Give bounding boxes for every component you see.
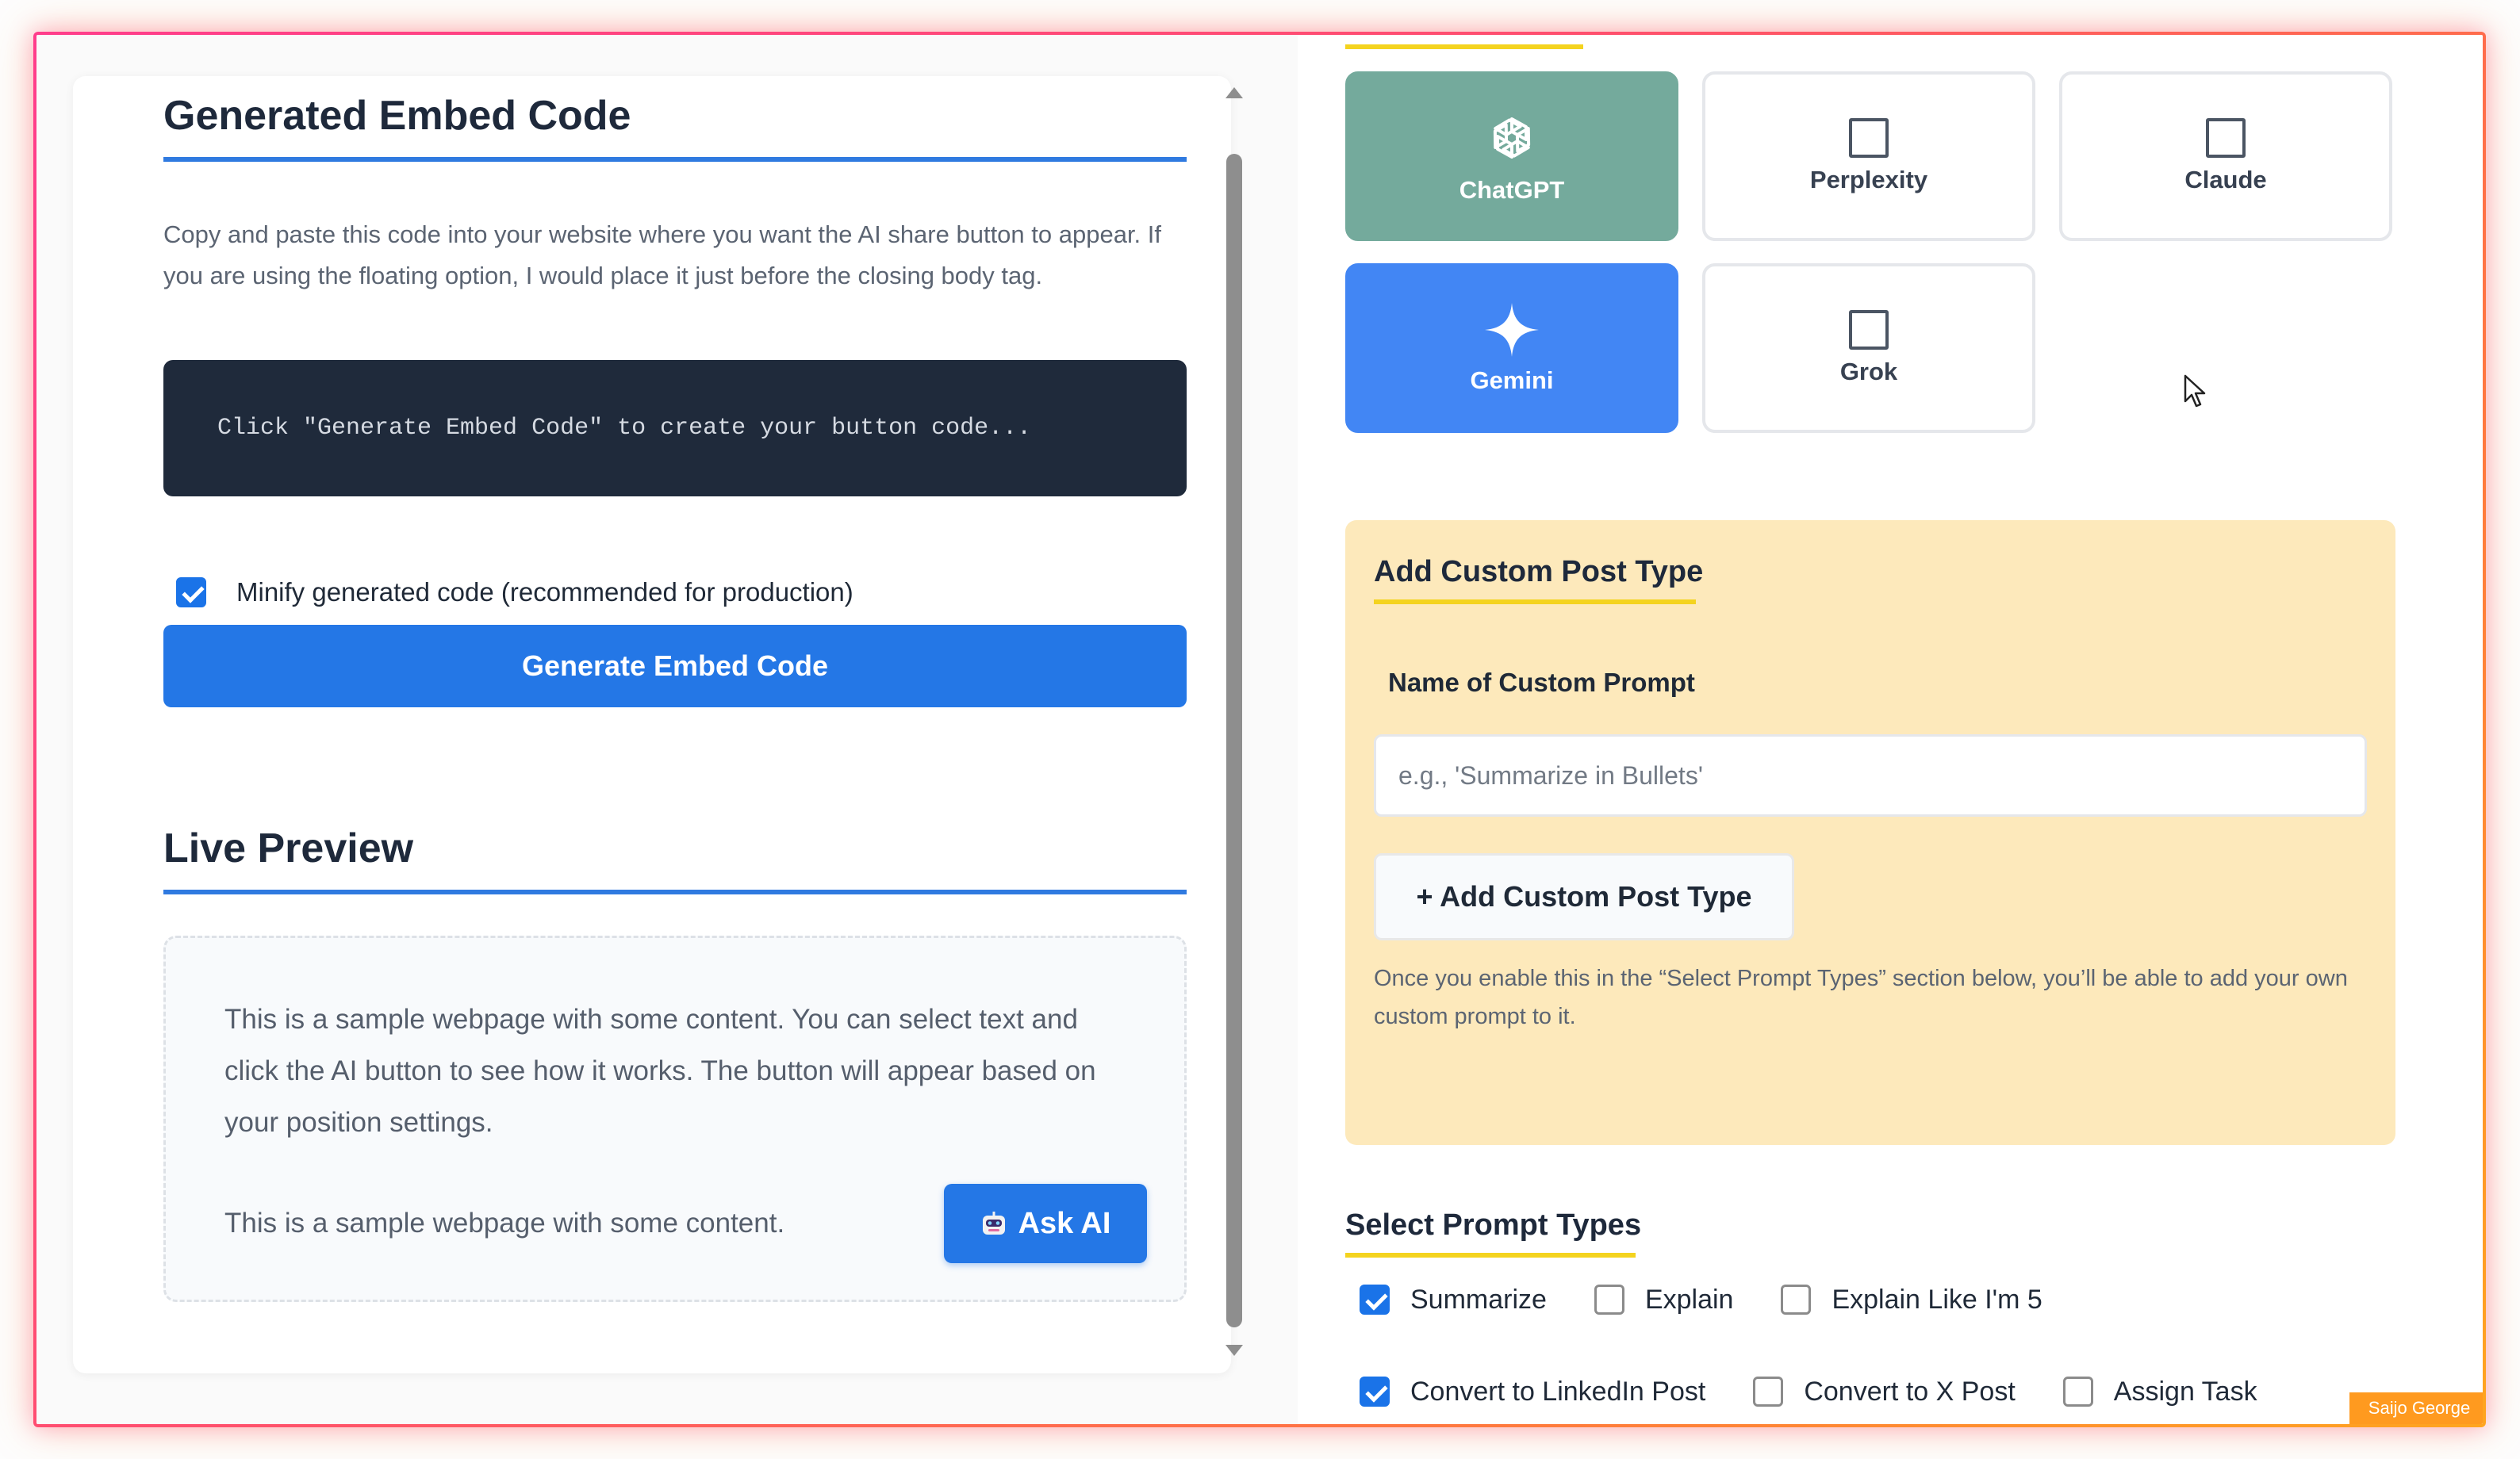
preview-underline (163, 890, 1187, 894)
minify-row[interactable]: Minify generated code (recommended for p… (176, 574, 853, 611)
app-frame: Generated Embed Code Copy and paste this… (33, 32, 2486, 1427)
prompt-option-label: Convert to LinkedIn Post (1410, 1376, 1706, 1407)
checkbox[interactable] (1781, 1285, 1812, 1315)
checkbox[interactable] (2062, 1377, 2093, 1407)
prompt-option-label: Summarize (1410, 1284, 1547, 1315)
prompt-types-title: Select Prompt Types (1345, 1208, 1642, 1242)
prompt-option-linkedin[interactable]: Convert to LinkedIn Post (1360, 1377, 1705, 1407)
checkbox-square-icon (1849, 310, 1889, 350)
name-label: Name of Custom Prompt (1388, 668, 1695, 697)
sparkle-icon (1485, 303, 1539, 357)
prompt-option-label: Assign Task (2113, 1376, 2257, 1407)
prompt-row-2: Convert to LinkedIn Post Convert to X Po… (1360, 1373, 2305, 1410)
mouse-cursor-icon (2184, 374, 2206, 408)
ask-ai-button[interactable]: Ask AI (944, 1184, 1147, 1263)
prompt-option-summarize[interactable]: Summarize (1360, 1285, 1547, 1315)
llm-card-perplexity[interactable]: Perplexity (1702, 71, 2035, 241)
prompt-option-label: Convert to X Post (1804, 1376, 2016, 1407)
custom-prompt-name-input[interactable] (1374, 734, 2367, 817)
minify-checkbox[interactable] (176, 577, 206, 607)
scrollbar-thumb[interactable] (1226, 154, 1242, 1327)
checkbox[interactable] (1594, 1285, 1624, 1315)
prompt-option-label: Explain Like I'm 5 (1832, 1284, 2042, 1315)
llm-card-chatgpt[interactable]: ChatGPT (1345, 71, 1678, 241)
right-pane: ChatGPT Perplexity Claude Gemini Grok Ad… (1298, 35, 2483, 1424)
checkbox[interactable] (1360, 1377, 1390, 1407)
prompt-row-1: Summarize Explain Explain Like I'm 5 (1360, 1281, 2090, 1318)
scroll-up-arrow[interactable] (1225, 87, 1243, 98)
embed-description: Copy and paste this code into your websi… (163, 220, 1162, 289)
llm-card-claude[interactable]: Claude (2059, 71, 2392, 241)
checkbox[interactable] (1753, 1377, 1784, 1407)
prompt-option-label: Explain (1644, 1284, 1734, 1315)
llm-card-grok[interactable]: Grok (1702, 263, 2035, 433)
live-preview-box: This is a sample webpage with some conte… (163, 936, 1187, 1302)
custom-post-title: Add Custom Post Type (1374, 555, 1704, 588)
custom-help-text: Once you enable this in the “Select Prom… (1374, 966, 2348, 1029)
preview-title: Live Preview (163, 825, 414, 871)
llm-card-gemini[interactable]: Gemini (1345, 263, 1678, 433)
code-output-box[interactable]: Click "Generate Embed Code" to create yo… (163, 360, 1187, 496)
custom-post-type-panel: Add Custom Post Type Name of Custom Prom… (1345, 520, 2395, 1145)
left-pane: Generated Embed Code Copy and paste this… (36, 35, 1298, 1424)
robot-icon (982, 1212, 1005, 1235)
minify-label: Minify generated code (recommended for p… (236, 577, 853, 607)
checkbox-square-icon (2206, 118, 2246, 158)
openai-icon (1493, 117, 1531, 159)
title-underline (163, 157, 1187, 162)
llm-label: ChatGPT (1459, 176, 1565, 204)
llm-label: Claude (2184, 166, 2267, 193)
custom-title-underline (1374, 599, 1696, 604)
preview-paragraph: This is a sample webpage with some conte… (224, 1004, 1096, 1138)
prompt-title-underline (1345, 1253, 1636, 1258)
watermark: Saijo George (2349, 1392, 2483, 1424)
embed-card: Generated Embed Code Copy and paste this… (73, 76, 1231, 1373)
prompt-option-assign-task[interactable]: Assign Task (2062, 1376, 2257, 1407)
preview-line: This is a sample webpage with some conte… (224, 1208, 785, 1239)
prompt-option-eli5[interactable]: Explain Like I'm 5 (1781, 1285, 2042, 1315)
scroll-down-arrow[interactable] (1225, 1345, 1243, 1356)
prompt-option-x-post[interactable]: Convert to X Post (1753, 1376, 2016, 1407)
top-accent-line (1345, 44, 1583, 49)
embed-title: Generated Embed Code (163, 93, 631, 139)
checkbox-square-icon (1849, 118, 1889, 158)
generate-embed-button[interactable]: Generate Embed Code (163, 625, 1187, 707)
checkbox[interactable] (1360, 1285, 1390, 1315)
prompt-option-explain[interactable]: Explain (1594, 1284, 1734, 1315)
add-custom-post-button[interactable]: + Add Custom Post Type (1374, 853, 1794, 940)
ask-ai-label: Ask AI (1018, 1206, 1111, 1240)
llm-label: Gemini (1470, 366, 1554, 394)
llm-label: Grok (1839, 358, 1898, 385)
llm-label: Perplexity (1809, 166, 1928, 193)
